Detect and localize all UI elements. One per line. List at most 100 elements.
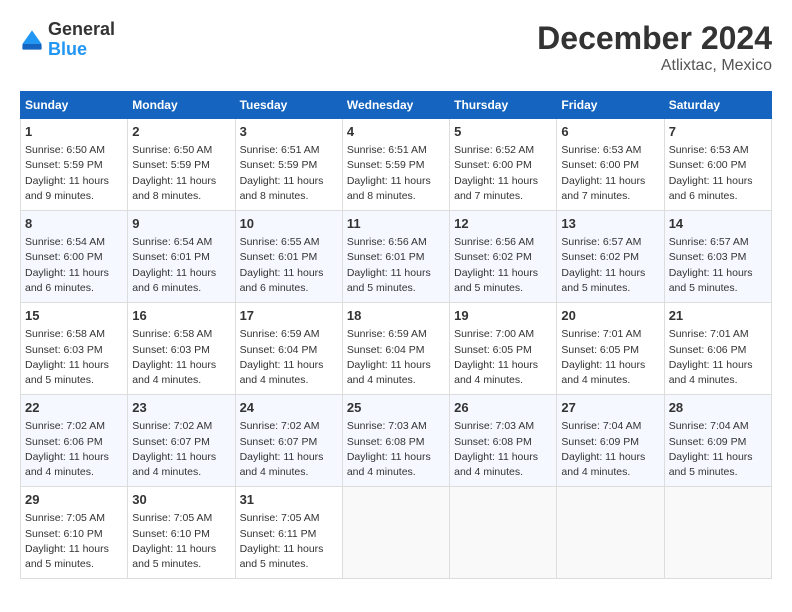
calendar-cell: 22Sunrise: 7:02 AMSunset: 6:06 PMDayligh… — [21, 395, 128, 487]
title-block: December 2024 Atlixtac, Mexico — [537, 20, 772, 75]
day-number: 20 — [561, 307, 659, 325]
day-number: 7 — [669, 123, 767, 141]
logo-line1: General — [48, 20, 115, 40]
calendar-cell: 16 Sunrise: 6:58 AMSunset: 6:03 PMDayligh… — [128, 303, 235, 395]
calendar-cell: 23 Sunrise: 7:02 AMSunset: 6:07 PMDayligh… — [128, 395, 235, 487]
day-info: Sunrise: 7:05 AMSunset: 6:11 PMDaylight:… — [240, 511, 338, 572]
calendar-cell: 21 Sunrise: 7:01 AMSunset: 6:06 PMDayligh… — [664, 303, 771, 395]
day-info: Sunrise: 6:58 AMSunset: 6:03 PMDaylight:… — [132, 327, 230, 388]
day-info: Sunrise: 6:55 AMSunset: 6:01 PMDaylight:… — [240, 235, 338, 296]
calendar-cell: 27Sunrise: 7:04 AMSunset: 6:09 PMDayligh… — [557, 395, 664, 487]
day-info: Sunrise: 6:50 AMSunset: 5:59 PMDaylight:… — [25, 143, 123, 204]
calendar-cell: 1 Sunrise: 6:50 AMSunset: 5:59 PMDaylight… — [21, 119, 128, 211]
logo-line2: Blue — [48, 40, 115, 60]
calendar-cell: 25 Sunrise: 7:03 AMSunset: 6:08 PMDayligh… — [342, 395, 449, 487]
calendar-cell: 5Sunrise: 6:52 AMSunset: 6:00 PMDaylight… — [450, 119, 557, 211]
weekday-header-tuesday: Tuesday — [235, 92, 342, 119]
day-number: 5 — [454, 123, 552, 141]
day-info: Sunrise: 7:05 AMSunset: 6:10 PMDaylight:… — [132, 511, 230, 572]
day-number: 31 — [240, 491, 338, 509]
day-number: 12 — [454, 215, 552, 233]
day-number: 3 — [240, 123, 338, 141]
calendar-week-row: 15 Sunrise: 6:58 AMSunset: 6:03 PMDayligh… — [21, 303, 772, 395]
calendar-cell: 3 Sunrise: 6:51 AMSunset: 5:59 PMDaylight… — [235, 119, 342, 211]
calendar-cell: 18 Sunrise: 6:59 AMSunset: 6:04 PMDayligh… — [342, 303, 449, 395]
calendar-cell — [342, 487, 449, 579]
day-info: Sunrise: 7:01 AMSunset: 6:05 PMDaylight:… — [561, 327, 659, 388]
day-info: Sunrise: 6:57 AMSunset: 6:03 PMDaylight:… — [669, 235, 767, 296]
day-number: 23 — [132, 399, 230, 417]
day-number: 30 — [132, 491, 230, 509]
calendar-table: SundayMondayTuesdayWednesdayThursdayFrid… — [20, 91, 772, 579]
calendar-cell: 9 Sunrise: 6:54 AMSunset: 6:01 PMDaylight… — [128, 211, 235, 303]
day-info: Sunrise: 7:00 AMSunset: 6:05 PMDaylight:… — [454, 327, 552, 388]
calendar-cell: 31 Sunrise: 7:05 AMSunset: 6:11 PMDayligh… — [235, 487, 342, 579]
day-info: Sunrise: 6:50 AMSunset: 5:59 PMDaylight:… — [132, 143, 230, 204]
weekday-header-monday: Monday — [128, 92, 235, 119]
day-number: 9 — [132, 215, 230, 233]
day-info: Sunrise: 7:05 AMSunset: 6:10 PMDaylight:… — [25, 511, 123, 572]
day-info: Sunrise: 6:53 AMSunset: 6:00 PMDaylight:… — [669, 143, 767, 204]
day-number: 4 — [347, 123, 445, 141]
calendar-cell: 15 Sunrise: 6:58 AMSunset: 6:03 PMDayligh… — [21, 303, 128, 395]
day-number: 14 — [669, 215, 767, 233]
calendar-cell: 4 Sunrise: 6:51 AMSunset: 5:59 PMDaylight… — [342, 119, 449, 211]
day-number: 19 — [454, 307, 552, 325]
day-info: Sunrise: 6:51 AMSunset: 5:59 PMDaylight:… — [240, 143, 338, 204]
calendar-cell — [664, 487, 771, 579]
day-number: 16 — [132, 307, 230, 325]
calendar-week-row: 8Sunrise: 6:54 AMSunset: 6:00 PMDaylight… — [21, 211, 772, 303]
calendar-cell — [450, 487, 557, 579]
day-info: Sunrise: 6:53 AMSunset: 6:00 PMDaylight:… — [561, 143, 659, 204]
day-number: 24 — [240, 399, 338, 417]
logo-text: General Blue — [48, 20, 115, 60]
calendar-cell: 7 Sunrise: 6:53 AMSunset: 6:00 PMDaylight… — [664, 119, 771, 211]
calendar-week-row: 22Sunrise: 7:02 AMSunset: 6:06 PMDayligh… — [21, 395, 772, 487]
calendar-cell: 10 Sunrise: 6:55 AMSunset: 6:01 PMDayligh… — [235, 211, 342, 303]
day-info: Sunrise: 7:03 AMSunset: 6:08 PMDaylight:… — [347, 419, 445, 480]
weekday-header-sunday: Sunday — [21, 92, 128, 119]
weekday-header-row: SundayMondayTuesdayWednesdayThursdayFrid… — [21, 92, 772, 119]
day-info: Sunrise: 6:54 AMSunset: 6:01 PMDaylight:… — [132, 235, 230, 296]
day-info: Sunrise: 6:59 AMSunset: 6:04 PMDaylight:… — [347, 327, 445, 388]
day-info: Sunrise: 6:57 AMSunset: 6:02 PMDaylight:… — [561, 235, 659, 296]
day-info: Sunrise: 6:56 AMSunset: 6:01 PMDaylight:… — [347, 235, 445, 296]
day-number: 29 — [25, 491, 123, 509]
calendar-cell: 26 Sunrise: 7:03 AMSunset: 6:08 PMDayligh… — [450, 395, 557, 487]
logo: General Blue — [20, 20, 115, 60]
day-number: 15 — [25, 307, 123, 325]
day-number: 6 — [561, 123, 659, 141]
calendar-cell: 8Sunrise: 6:54 AMSunset: 6:00 PMDaylight… — [21, 211, 128, 303]
day-info: Sunrise: 6:51 AMSunset: 5:59 PMDaylight:… — [347, 143, 445, 204]
day-number: 26 — [454, 399, 552, 417]
calendar-cell — [557, 487, 664, 579]
day-info: Sunrise: 7:04 AMSunset: 6:09 PMDaylight:… — [561, 419, 659, 480]
day-number: 21 — [669, 307, 767, 325]
day-info: Sunrise: 6:56 AMSunset: 6:02 PMDaylight:… — [454, 235, 552, 296]
calendar-cell: 11Sunrise: 6:56 AMSunset: 6:01 PMDayligh… — [342, 211, 449, 303]
day-number: 25 — [347, 399, 445, 417]
month-title: December 2024 — [537, 20, 772, 57]
weekday-header-thursday: Thursday — [450, 92, 557, 119]
calendar-cell: 24 Sunrise: 7:02 AMSunset: 6:07 PMDayligh… — [235, 395, 342, 487]
calendar-week-row: 29 Sunrise: 7:05 AMSunset: 6:10 PMDayligh… — [21, 487, 772, 579]
calendar-cell: 2Sunrise: 6:50 AMSunset: 5:59 PMDaylight… — [128, 119, 235, 211]
day-info: Sunrise: 7:03 AMSunset: 6:08 PMDaylight:… — [454, 419, 552, 480]
day-info: Sunrise: 6:58 AMSunset: 6:03 PMDaylight:… — [25, 327, 123, 388]
day-info: Sunrise: 7:01 AMSunset: 6:06 PMDaylight:… — [669, 327, 767, 388]
calendar-cell: 28Sunrise: 7:04 AMSunset: 6:09 PMDayligh… — [664, 395, 771, 487]
day-info: Sunrise: 7:02 AMSunset: 6:07 PMDaylight:… — [240, 419, 338, 480]
day-number: 10 — [240, 215, 338, 233]
calendar-cell: 19 Sunrise: 7:00 AMSunset: 6:05 PMDayligh… — [450, 303, 557, 395]
calendar-cell: 29 Sunrise: 7:05 AMSunset: 6:10 PMDayligh… — [21, 487, 128, 579]
calendar-cell: 6 Sunrise: 6:53 AMSunset: 6:00 PMDaylight… — [557, 119, 664, 211]
day-info: Sunrise: 7:02 AMSunset: 6:07 PMDaylight:… — [132, 419, 230, 480]
weekday-header-wednesday: Wednesday — [342, 92, 449, 119]
calendar-cell: 13 Sunrise: 6:57 AMSunset: 6:02 PMDayligh… — [557, 211, 664, 303]
day-number: 13 — [561, 215, 659, 233]
page-header: General Blue December 2024 Atlixtac, Mex… — [20, 20, 772, 75]
weekday-header-friday: Friday — [557, 92, 664, 119]
day-number: 18 — [347, 307, 445, 325]
day-number: 1 — [25, 123, 123, 141]
calendar-cell: 14 Sunrise: 6:57 AMSunset: 6:03 PMDayligh… — [664, 211, 771, 303]
